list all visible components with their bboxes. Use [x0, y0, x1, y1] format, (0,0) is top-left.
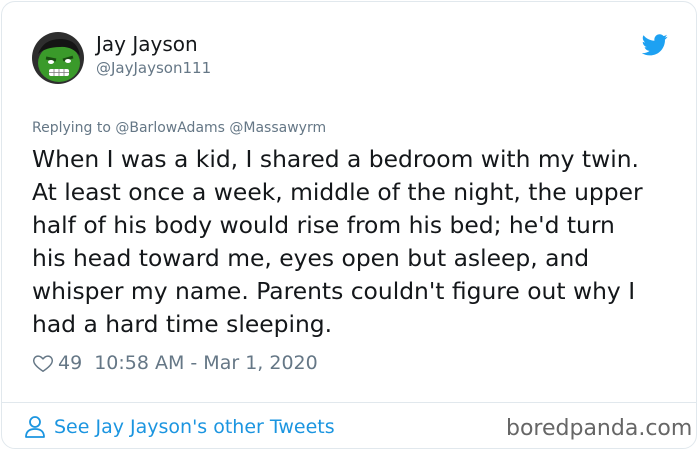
like-count[interactable]: 49 — [58, 352, 82, 374]
twitter-bird-icon[interactable] — [641, 34, 668, 56]
tweet-text-line: his head toward me, eyes open but asleep… — [32, 244, 590, 272]
tweet-timestamp[interactable]: 10:58 AM - Mar 1, 2020 — [94, 352, 318, 374]
heart-icon[interactable] — [32, 352, 54, 374]
tweet-text-line: had a hard time sleeping. — [32, 310, 333, 338]
divider — [1, 402, 697, 403]
tweet-text-line: At least once a week, middle of the nigh… — [32, 178, 643, 206]
tweet-text: When I was a kid, I shared a bedroom wit… — [32, 143, 682, 341]
person-icon — [25, 416, 45, 438]
author-handle[interactable]: @JayJayson111 — [96, 59, 211, 77]
tweet-text-line: half of his body would rise from his bed… — [32, 211, 615, 239]
twitter-bird-icon-graphic — [641, 34, 668, 56]
tweet-text-line: When I was a kid, I shared a bedroom wit… — [32, 145, 639, 173]
replying-to: Replying to @BarlowAdams @Massawyrm — [32, 120, 327, 136]
other-tweets-label[interactable]: See Jay Jayson's other Tweets — [54, 416, 335, 438]
tweet-text-line: whisper my name. Parents couldn't figure… — [32, 277, 636, 305]
avatar[interactable] — [32, 32, 84, 84]
other-tweets-link[interactable]: See Jay Jayson's other Tweets — [24, 414, 335, 440]
tweet-meta: 49 10:58 AM - Mar 1, 2020 — [32, 351, 318, 375]
author-name[interactable]: Jay Jayson — [96, 32, 198, 56]
hulk-avatar-image — [32, 32, 84, 84]
watermark: boredpanda.com — [506, 416, 693, 441]
